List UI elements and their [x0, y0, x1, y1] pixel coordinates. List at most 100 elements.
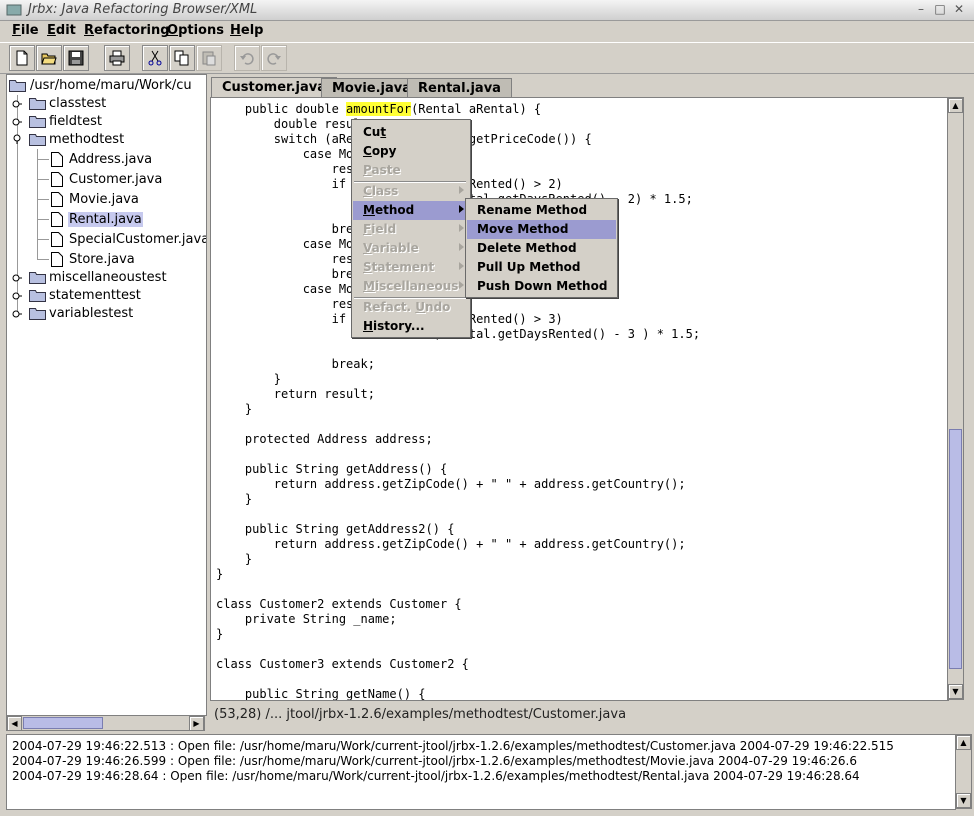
undo-button[interactable]: [234, 45, 260, 71]
save-button[interactable]: [63, 45, 89, 71]
tree-folder-methodtest[interactable]: methodtest: [11, 131, 201, 149]
menu-item-miscellaneous[interactable]: Miscellaneous: [353, 277, 469, 296]
mnemonic-letter: M: [363, 279, 375, 293]
menu-item-copy[interactable]: Copy: [353, 142, 469, 161]
menu-item-cut[interactable]: Cut: [353, 123, 469, 142]
tree-connector: [37, 219, 49, 220]
tab-customer-java[interactable]: Customer.java: [211, 77, 338, 97]
menu-item-statement[interactable]: Statement: [353, 258, 469, 277]
menu-help[interactable]: Help: [230, 23, 263, 38]
tree-horizontal-scrollbar[interactable]: ◀ ▶: [6, 715, 205, 731]
new-file-button[interactable]: [9, 45, 35, 71]
menu-item-class[interactable]: Class: [353, 182, 469, 201]
menu-refactoring[interactable]: Refactoring: [84, 23, 170, 38]
tree-connector: [37, 199, 49, 200]
paste-button[interactable]: [196, 45, 222, 71]
code-editor[interactable]: public double amountFor(Rental aRental) …: [210, 97, 949, 701]
log-panel[interactable]: 2004-07-29 19:46:22.513 : Open file: /us…: [6, 734, 956, 810]
menu-item-refact-undo[interactable]: Refact. Undo: [353, 298, 469, 317]
mnemonic-letter: H: [363, 319, 374, 333]
tree-scroll-thumb[interactable]: [23, 717, 103, 729]
collapse-handle-icon[interactable]: [12, 134, 22, 144]
mnemonic-letter: S: [363, 260, 372, 274]
tree-folder-classtest[interactable]: classtest: [11, 95, 201, 113]
copy-button[interactable]: [169, 45, 195, 71]
print-button[interactable]: [104, 45, 130, 71]
menu-item-pull-up-method[interactable]: Pull Up Method: [467, 258, 616, 277]
tree-file-specialcustomer[interactable]: SpecialCustomer.java: [31, 231, 206, 249]
method-submenu: Rename Method Move Method Delete Method …: [465, 198, 618, 298]
cut-icon: [148, 50, 162, 66]
expand-handle-icon[interactable]: [12, 291, 22, 301]
tree-folder-fieldtest[interactable]: fieldtest: [11, 113, 201, 131]
mnemonic-letter: t: [380, 125, 387, 139]
scroll-left-icon[interactable]: ◀: [7, 716, 22, 731]
mnemonic-letter: U: [415, 300, 426, 314]
expand-handle-icon[interactable]: [12, 273, 22, 283]
tree-file-address[interactable]: Address.java: [31, 151, 201, 169]
file-icon: [51, 232, 63, 247]
file-tree[interactable]: /usr/home/maru/Work/cu classtest fieldte…: [6, 74, 207, 716]
expand-handle-icon[interactable]: [12, 309, 22, 319]
scroll-down-icon[interactable]: ▼: [948, 684, 963, 699]
mnemonic-letter: V: [363, 241, 372, 255]
tree-folder-miscellaneoustest[interactable]: miscellaneoustest: [11, 269, 201, 287]
tree-folder-statementtest[interactable]: statementtest: [11, 287, 201, 305]
menu-item-field[interactable]: Field: [353, 220, 469, 239]
folder-icon: [29, 308, 46, 320]
scroll-up-icon[interactable]: ▲: [956, 735, 971, 750]
menu-edit[interactable]: Edit: [47, 23, 76, 38]
log-vertical-scrollbar[interactable]: ▲ ▼: [955, 734, 972, 809]
folder-icon: [29, 116, 46, 128]
menu-item-rename-method[interactable]: Rename Method: [467, 201, 616, 220]
scroll-up-icon[interactable]: ▲: [948, 98, 963, 113]
save-icon: [68, 50, 84, 66]
tree-connector: [37, 239, 49, 240]
scroll-right-icon[interactable]: ▶: [189, 716, 204, 731]
log-line: 2004-07-29 19:46:26.599 : Open file: /us…: [12, 754, 857, 768]
new-file-icon: [16, 50, 28, 66]
expand-handle-icon[interactable]: [12, 117, 22, 127]
tree-connector: [37, 159, 49, 160]
submenu-arrow-icon: [459, 205, 464, 213]
file-icon: [51, 212, 63, 227]
submenu-arrow-icon: [459, 281, 464, 289]
folder-icon: [9, 80, 26, 92]
open-button[interactable]: [36, 45, 62, 71]
highlighted-identifier: amountFor: [346, 102, 412, 116]
tree-folder-variablestest[interactable]: variablestest: [11, 305, 201, 323]
menu-item-method[interactable]: Method: [353, 201, 469, 220]
folder-open-icon: [29, 134, 46, 146]
maximize-icon[interactable]: □: [933, 3, 947, 16]
close-icon[interactable]: ✕: [952, 3, 966, 16]
tree-file-store[interactable]: Store.java: [31, 251, 201, 269]
cut-button[interactable]: [142, 45, 168, 71]
redo-button[interactable]: [261, 45, 287, 71]
menu-item-variable[interactable]: Variable: [353, 239, 469, 258]
expand-handle-icon[interactable]: [12, 99, 22, 109]
editor-vertical-scrollbar[interactable]: ▲ ▼: [947, 97, 964, 700]
folder-icon: [29, 98, 46, 110]
tree-file-rental[interactable]: Rental.java: [31, 211, 201, 229]
menu-item-delete-method[interactable]: Delete Method: [467, 239, 616, 258]
menu-options[interactable]: Options: [167, 23, 224, 38]
mnemonic-letter: P: [363, 163, 372, 177]
status-bar: (53,28) /... jtool/jrbx-1.2.6/examples/m…: [214, 707, 627, 722]
submenu-arrow-icon: [459, 224, 464, 232]
submenu-arrow-icon: [459, 243, 464, 251]
tree-root[interactable]: /usr/home/maru/Work/cu: [9, 77, 206, 95]
tab-rental-java[interactable]: Rental.java: [407, 78, 512, 97]
tree-file-customer[interactable]: Customer.java: [31, 171, 201, 189]
editor-scroll-thumb[interactable]: [949, 429, 962, 669]
menu-file[interactable]: File: [12, 23, 39, 38]
minimize-icon[interactable]: –: [914, 3, 928, 16]
toolbar: [0, 42, 974, 74]
menu-item-history[interactable]: History...: [353, 317, 469, 336]
menu-item-paste[interactable]: Paste: [353, 161, 469, 180]
menu-item-move-method[interactable]: Move Method: [467, 220, 616, 239]
tree-file-movie[interactable]: Movie.java: [31, 191, 201, 209]
log-line: 2004-07-29 19:46:28.64 : Open file: /usr…: [12, 769, 860, 783]
menu-item-push-down-method[interactable]: Push Down Method: [467, 277, 616, 296]
paste-icon: [202, 51, 216, 66]
scroll-down-icon[interactable]: ▼: [956, 793, 971, 808]
